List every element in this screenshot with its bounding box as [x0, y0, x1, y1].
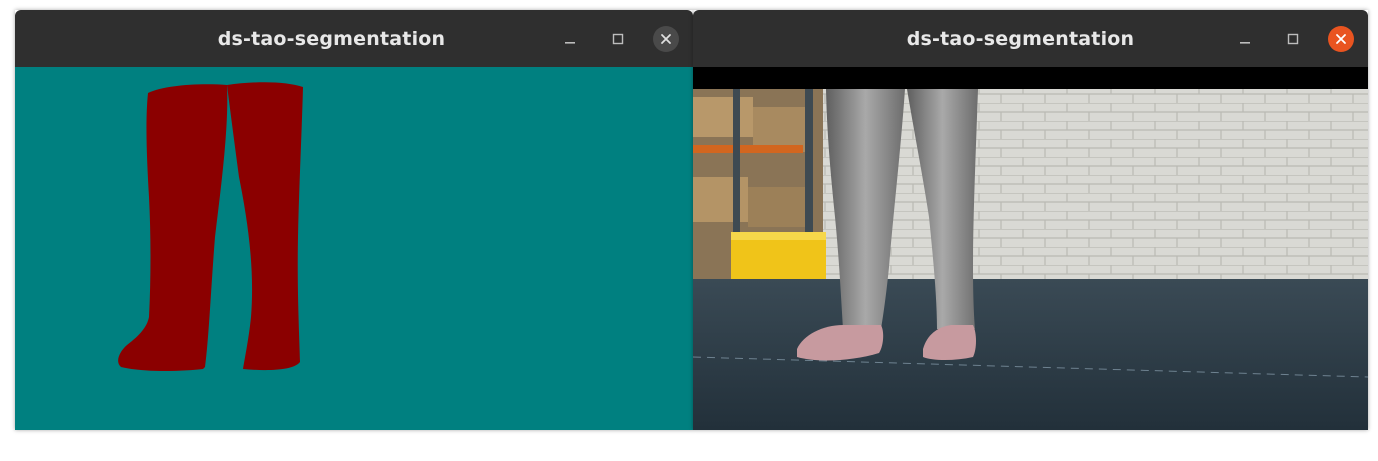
mask-drawing: [118, 82, 303, 372]
segmentation-mask-view: [15, 67, 693, 430]
maximize-icon: [1287, 33, 1299, 45]
close-icon: [1336, 34, 1346, 44]
shelf-beam: [693, 145, 803, 153]
window-titlebar[interactable]: ds-tao-segmentation: [15, 10, 693, 67]
maximize-button[interactable]: [605, 26, 631, 52]
mask-right-leg: [227, 82, 303, 371]
camera-frame-image: [693, 67, 1368, 430]
window-controls: [557, 26, 679, 52]
window-title: ds-tao-segmentation: [906, 27, 1135, 50]
maximize-icon: [612, 33, 624, 45]
minimize-icon: [1240, 42, 1250, 44]
minimize-icon: [565, 42, 575, 44]
segmentation-window[interactable]: ds-tao-segmentation: [15, 10, 693, 430]
close-button[interactable]: [653, 26, 679, 52]
minimize-button[interactable]: [557, 26, 583, 52]
camera-frame-view: [693, 67, 1368, 430]
window-title: ds-tao-segmentation: [217, 27, 446, 50]
desktop: ds-tao-segmentation ds-tao-segmentation: [0, 0, 1378, 461]
maximize-button[interactable]: [1280, 26, 1306, 52]
window-controls: [1232, 26, 1354, 52]
close-button[interactable]: [1328, 26, 1354, 52]
minimize-button[interactable]: [1232, 26, 1258, 52]
mask-left-leg: [118, 84, 228, 372]
close-icon: [661, 34, 671, 44]
floor: [693, 279, 1368, 430]
camera-window[interactable]: ds-tao-segmentation: [693, 10, 1368, 430]
window-titlebar[interactable]: ds-tao-segmentation: [693, 10, 1368, 67]
